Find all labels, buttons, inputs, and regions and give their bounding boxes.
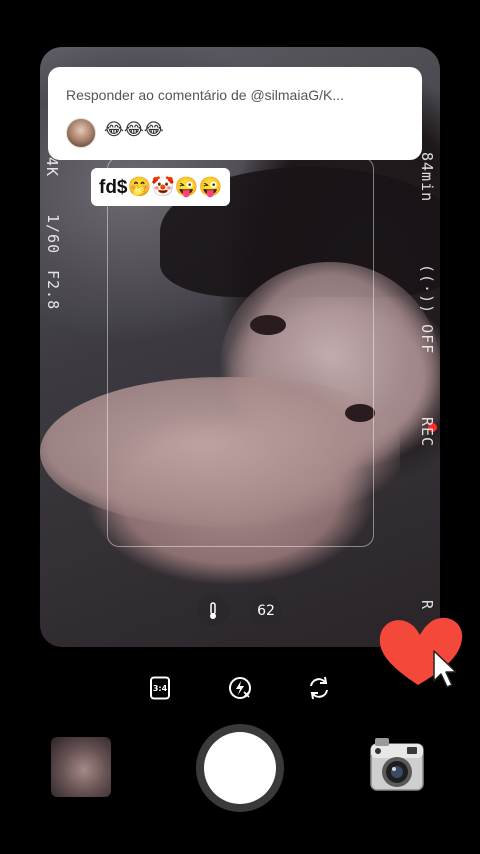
value-chip[interactable]: 62: [250, 595, 282, 627]
gallery-thumbnail[interactable]: [51, 737, 111, 797]
temperature-button[interactable]: [197, 595, 229, 627]
shutter-button[interactable]: [204, 732, 276, 804]
rec-label: REC: [418, 417, 436, 448]
flip-camera-icon: [310, 676, 328, 700]
aperture-label: F2.8: [44, 270, 62, 311]
flash-button[interactable]: [227, 675, 253, 701]
instant-camera-icon[interactable]: [369, 736, 425, 794]
heart-like-icon[interactable]: [374, 607, 470, 697]
flash-auto-icon: [229, 677, 251, 699]
stabilizer-label: ((·)) OFF: [418, 264, 436, 355]
aspect-ratio-label: 3:4: [152, 683, 168, 693]
remaining-time-label: 84min: [418, 152, 436, 203]
comment-text: 😂😂😂: [104, 120, 164, 140]
commenter-avatar: [66, 118, 96, 148]
resolution-label: 4K: [43, 157, 61, 178]
aspect-ratio-button[interactable]: 3:4: [147, 675, 173, 701]
shutter-speed-label: 1/60: [44, 214, 62, 255]
frame-guide: [107, 157, 374, 547]
thermometer-icon: [210, 602, 216, 619]
reply-title: Responder ao comentário de @silmaiaG/K..…: [66, 87, 345, 103]
reply-banner[interactable]: Responder ao comentário de @silmaiaG/K..…: [48, 67, 422, 160]
flip-camera-button[interactable]: [306, 675, 332, 701]
text-sticker[interactable]: fd$🤭🤡😜😜: [91, 168, 231, 206]
